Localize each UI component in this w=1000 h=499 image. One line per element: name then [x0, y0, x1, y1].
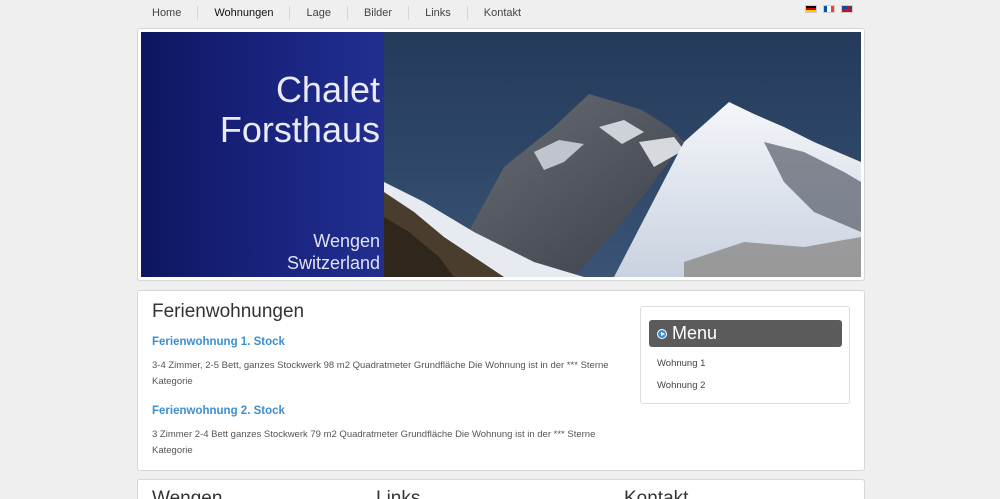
header-banner: Chalet Forsthaus Wengen Switzerland [137, 28, 865, 281]
nav-links[interactable]: Links [409, 6, 468, 20]
top-nav: Home Wohnungen Lage Bilder Links Kontakt [138, 0, 537, 26]
mountain-illustration [384, 94, 861, 277]
menu-item-wohnung-2[interactable]: Wohnung 2 [657, 380, 705, 391]
nav-kontakt[interactable]: Kontakt [468, 6, 537, 20]
page: Home Wohnungen Lage Bilder Links Kontakt… [0, 0, 1000, 499]
site-title: Chalet Forsthaus [219, 69, 380, 150]
menu-header: Menu [649, 320, 842, 347]
nav-lage[interactable]: Lage [290, 6, 348, 20]
apartment-1-description: 3-4 Zimmer, 2-5 Bett, ganzes Stockwerk 9… [152, 360, 609, 387]
page-title: Ferienwohnungen [152, 301, 305, 322]
apartment-2-description: 3 Zimmer 2-4 Bett ganzes Stockwerk 79 m2… [152, 429, 596, 456]
side-menu: Menu Wohnung 1 Wohnung 2 [640, 306, 850, 404]
language-switcher [805, 5, 853, 13]
footer-heading-kontakt: Kontakt [624, 488, 689, 499]
apartment-2-title[interactable]: Ferienwohnung 2. Stock [152, 405, 285, 417]
content-panel: Ferienwohnungen Ferienwohnung 1. Stock 3… [137, 290, 865, 471]
apartment-1-title[interactable]: Ferienwohnung 1. Stock [152, 336, 285, 348]
de-flag-icon[interactable] [805, 5, 817, 13]
menu-item-wohnung-1[interactable]: Wohnung 1 [657, 358, 705, 369]
banner-title-panel: Chalet Forsthaus Wengen Switzerland [141, 32, 384, 277]
nav-wohnungen[interactable]: Wohnungen [198, 6, 291, 20]
footer-panel: Wengen Links Kontakt [137, 479, 865, 499]
mountain-photo [384, 32, 861, 277]
fr-flag-icon[interactable] [823, 5, 835, 13]
gb-flag-icon[interactable] [841, 5, 853, 13]
menu-title: Menu [672, 323, 718, 343]
nav-home[interactable]: Home [138, 6, 199, 20]
arrow-bullet-icon [657, 328, 667, 339]
footer-heading-wengen: Wengen [152, 488, 223, 499]
footer-heading-links: Links [376, 488, 421, 499]
nav-bilder[interactable]: Bilder [348, 6, 410, 20]
site-location: Wengen Switzerland [286, 231, 380, 273]
